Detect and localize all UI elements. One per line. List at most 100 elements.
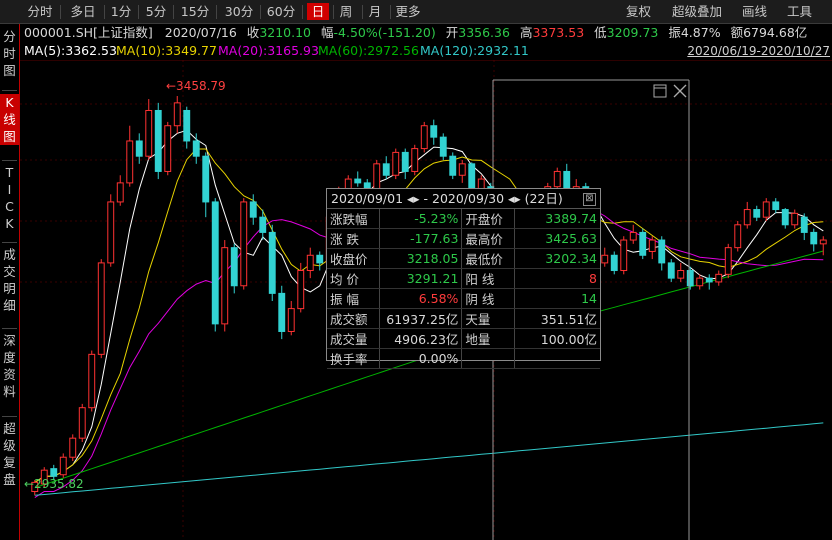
- stat-label: 收盘价: [327, 248, 380, 269]
- low-value: 3209.73: [606, 25, 659, 40]
- candle-body: [249, 201, 257, 218]
- stats-row: 均 价 3291.21 阳 线8: [327, 268, 600, 289]
- tool-button-3[interactable]: 工具: [787, 3, 812, 20]
- close-icon[interactable]: [673, 84, 687, 98]
- candle-body: [69, 437, 77, 458]
- period-tab-2[interactable]: 1分: [108, 3, 134, 20]
- candle-body: [734, 224, 742, 249]
- stat-label: 振 幅: [327, 288, 380, 309]
- period-tab-10[interactable]: 更多: [392, 3, 424, 20]
- candle-body: [458, 163, 466, 176]
- period-tab-4[interactable]: 15分: [178, 3, 212, 20]
- period-tab-5[interactable]: 30分: [222, 3, 256, 20]
- period-tab-0[interactable]: 分时: [24, 3, 56, 20]
- stat-label: 成交量: [327, 328, 380, 349]
- candle-body: [221, 247, 229, 325]
- candle-body: [724, 247, 732, 275]
- side-tab-1[interactable]: K线图: [0, 94, 19, 145]
- candle-body: [306, 254, 314, 272]
- ma-legend-120: MA(120):2932.11: [420, 43, 529, 58]
- candle-body: [658, 239, 666, 264]
- side-tab-3[interactable]: 成交明细: [0, 246, 19, 314]
- candle-body: [715, 273, 723, 283]
- side-tab-4[interactable]: 深度资料: [0, 332, 19, 400]
- stat-label: 成交额: [327, 308, 380, 329]
- date-range[interactable]: 2020/06/19-2020/10/27: [687, 44, 830, 58]
- stats-row: 振 幅 6.58% 阴 线 14: [327, 288, 600, 309]
- period-tab-9[interactable]: 月: [364, 3, 386, 20]
- amount-label: 额: [730, 25, 744, 40]
- toolbar-separator: [216, 5, 217, 19]
- stat-window-controls: [652, 82, 692, 100]
- candle-body: [297, 270, 305, 310]
- toolbar-separator: [362, 5, 363, 19]
- tool-button-2[interactable]: 画线: [742, 3, 767, 20]
- candle-body: [686, 270, 694, 287]
- stat-label: 最高价: [461, 228, 516, 249]
- ma120-line: [34, 422, 824, 496]
- period-tab-6[interactable]: 60分: [264, 3, 298, 20]
- stat-label: 开盘价: [461, 209, 516, 229]
- stats-row: 收盘价 3218.05 最低价 3202.34: [327, 248, 600, 269]
- restore-icon[interactable]: [653, 84, 667, 98]
- tool-button-1[interactable]: 超级叠加: [672, 3, 722, 20]
- stock-info-line: 000001.SH[上证指数] 2020/07/16 收3210.10 幅-4.…: [24, 25, 807, 41]
- high-price-label: ←3458.79: [166, 79, 226, 93]
- toolbar-separator: [173, 5, 174, 19]
- stat-value: 100.00亿: [514, 328, 600, 349]
- candle-body: [601, 254, 609, 264]
- candle-body: [439, 136, 447, 157]
- candle-body: [88, 353, 96, 409]
- toolbar-separator: [302, 5, 303, 19]
- open-label: 开: [445, 25, 459, 40]
- change-value: -4.50%(-151.20): [333, 25, 436, 40]
- stat-label: 阴 线: [461, 288, 516, 309]
- stat-label: 最低价: [461, 248, 516, 269]
- candle-body: [135, 140, 143, 157]
- candle-body: [743, 209, 751, 226]
- side-separator: [2, 328, 17, 329]
- candle-body: [449, 155, 457, 176]
- period-tab-3[interactable]: 5分: [143, 3, 169, 20]
- candle-body: [392, 151, 400, 176]
- candle-body: [401, 151, 409, 172]
- quote-date: 2020/07/16: [164, 25, 237, 40]
- candle-body: [354, 178, 362, 184]
- panel-close-icon[interactable]: ⊠: [583, 193, 596, 206]
- candle-body: [420, 125, 428, 150]
- period-tab-8[interactable]: 周: [334, 3, 358, 20]
- candle-body: [810, 231, 818, 245]
- period-tab-7[interactable]: 日: [307, 3, 329, 20]
- side-separator: [2, 160, 17, 161]
- candle-body: [620, 239, 628, 272]
- stat-value: 3291.21: [379, 268, 463, 289]
- candle-body: [154, 109, 162, 172]
- close-label: 收: [246, 25, 260, 40]
- toolbar-separator: [104, 5, 105, 19]
- candle-body: [259, 216, 267, 233]
- candle-body: [648, 239, 656, 252]
- candle-body: [145, 109, 153, 157]
- candle-body: [382, 163, 390, 176]
- stat-value: 3202.34: [514, 248, 600, 269]
- side-tab-0[interactable]: 分时图: [0, 28, 19, 79]
- candle-body: [202, 155, 210, 203]
- stat-label: [461, 348, 516, 369]
- stat-value: 4906.23亿: [379, 328, 463, 349]
- side-tab-5[interactable]: 超级复盘: [0, 420, 19, 488]
- stats-row: 成交额 61937.25亿 天量 351.51亿: [327, 308, 600, 329]
- side-tab-2[interactable]: TICK: [0, 164, 19, 232]
- stats-row: 成交量 4906.23亿 地量 100.00亿: [327, 328, 600, 349]
- tool-button-0[interactable]: 复权: [626, 3, 651, 20]
- candle-body: [316, 254, 324, 264]
- stat-value: 8: [514, 268, 600, 289]
- candle-body: [230, 247, 238, 287]
- candle-body: [610, 254, 618, 272]
- stats-row: 涨 跌 -177.63 最高价 3425.63: [327, 228, 600, 249]
- candle-body: [78, 407, 86, 439]
- stat-label: 涨跌幅: [327, 209, 380, 229]
- stat-value: 3218.05: [379, 248, 463, 269]
- high-label: 高: [519, 25, 533, 40]
- toolbar-separator: [390, 5, 391, 19]
- period-tab-1[interactable]: 多日: [66, 3, 100, 20]
